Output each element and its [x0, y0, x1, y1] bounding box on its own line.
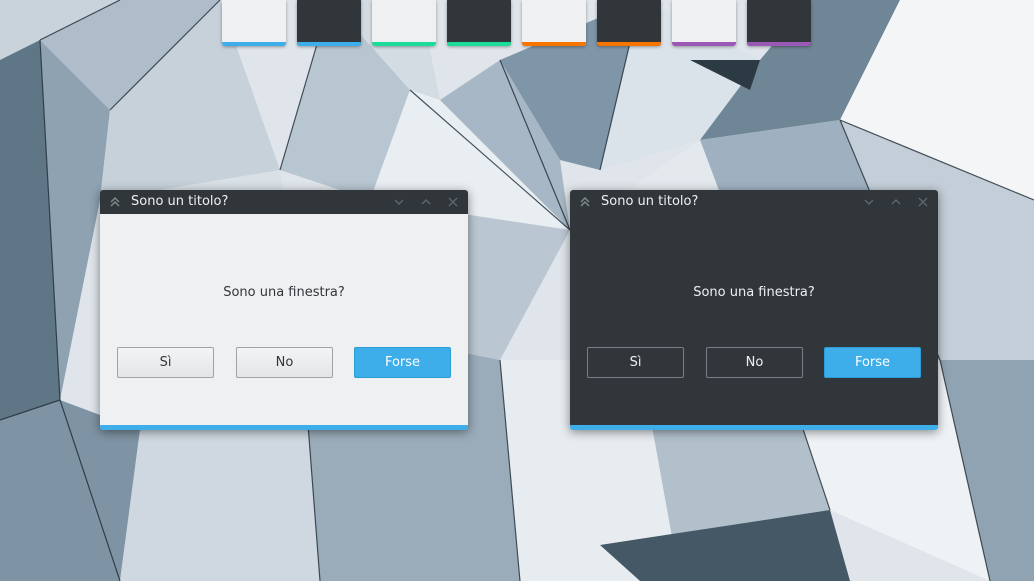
- window-title: Sono un titolo?: [601, 194, 699, 209]
- yes-button[interactable]: Sì: [117, 347, 214, 378]
- swatch-accent-stripe: [222, 42, 286, 46]
- swatch-accent-stripe: [522, 42, 586, 46]
- dialog-message: Sono una finestra?: [693, 285, 815, 300]
- color-swatch-dark-purple[interactable]: [747, 0, 811, 46]
- close-icon[interactable]: [446, 190, 460, 214]
- window-content: Sono una finestra? Sì No Forse: [570, 214, 938, 425]
- no-button[interactable]: No: [706, 347, 803, 378]
- dialog-window-light: Sono un titolo? Sono una finestra? Sì No…: [100, 190, 468, 430]
- color-swatch-light-orange[interactable]: [522, 0, 586, 46]
- window-titlebar[interactable]: Sono un titolo?: [100, 190, 468, 214]
- color-swatch-dark-orange[interactable]: [597, 0, 661, 46]
- chevron-down-icon[interactable]: [392, 190, 406, 214]
- chevron-down-icon[interactable]: [862, 190, 876, 214]
- color-swatch-light-green[interactable]: [372, 0, 436, 46]
- swatch-accent-stripe: [297, 42, 361, 46]
- double-chevron-up-icon[interactable]: [578, 190, 592, 214]
- swatch-accent-stripe: [747, 42, 811, 46]
- swatch-accent-stripe: [597, 42, 661, 46]
- double-chevron-up-icon[interactable]: [108, 190, 122, 214]
- swatch-accent-stripe: [672, 42, 736, 46]
- window-title: Sono un titolo?: [131, 194, 229, 209]
- chevron-up-icon[interactable]: [889, 190, 903, 214]
- window-accent-stripe: [100, 425, 468, 430]
- maybe-button[interactable]: Forse: [354, 347, 451, 378]
- color-swatch-light-blue[interactable]: [222, 0, 286, 46]
- color-swatch-dark-blue[interactable]: [297, 0, 361, 46]
- window-content: Sono una finestra? Sì No Forse: [100, 214, 468, 425]
- dialog-message: Sono una finestra?: [223, 285, 345, 300]
- window-accent-stripe: [570, 425, 938, 430]
- color-swatch-light-purple[interactable]: [672, 0, 736, 46]
- yes-button[interactable]: Sì: [587, 347, 684, 378]
- close-icon[interactable]: [916, 190, 930, 214]
- color-swatch-dark-green[interactable]: [447, 0, 511, 46]
- swatch-accent-stripe: [447, 42, 511, 46]
- no-button[interactable]: No: [236, 347, 333, 378]
- window-titlebar[interactable]: Sono un titolo?: [570, 190, 938, 214]
- maybe-button[interactable]: Forse: [824, 347, 921, 378]
- swatch-accent-stripe: [372, 42, 436, 46]
- dialog-window-dark: Sono un titolo? Sono una finestra? Sì No…: [570, 190, 938, 430]
- chevron-up-icon[interactable]: [419, 190, 433, 214]
